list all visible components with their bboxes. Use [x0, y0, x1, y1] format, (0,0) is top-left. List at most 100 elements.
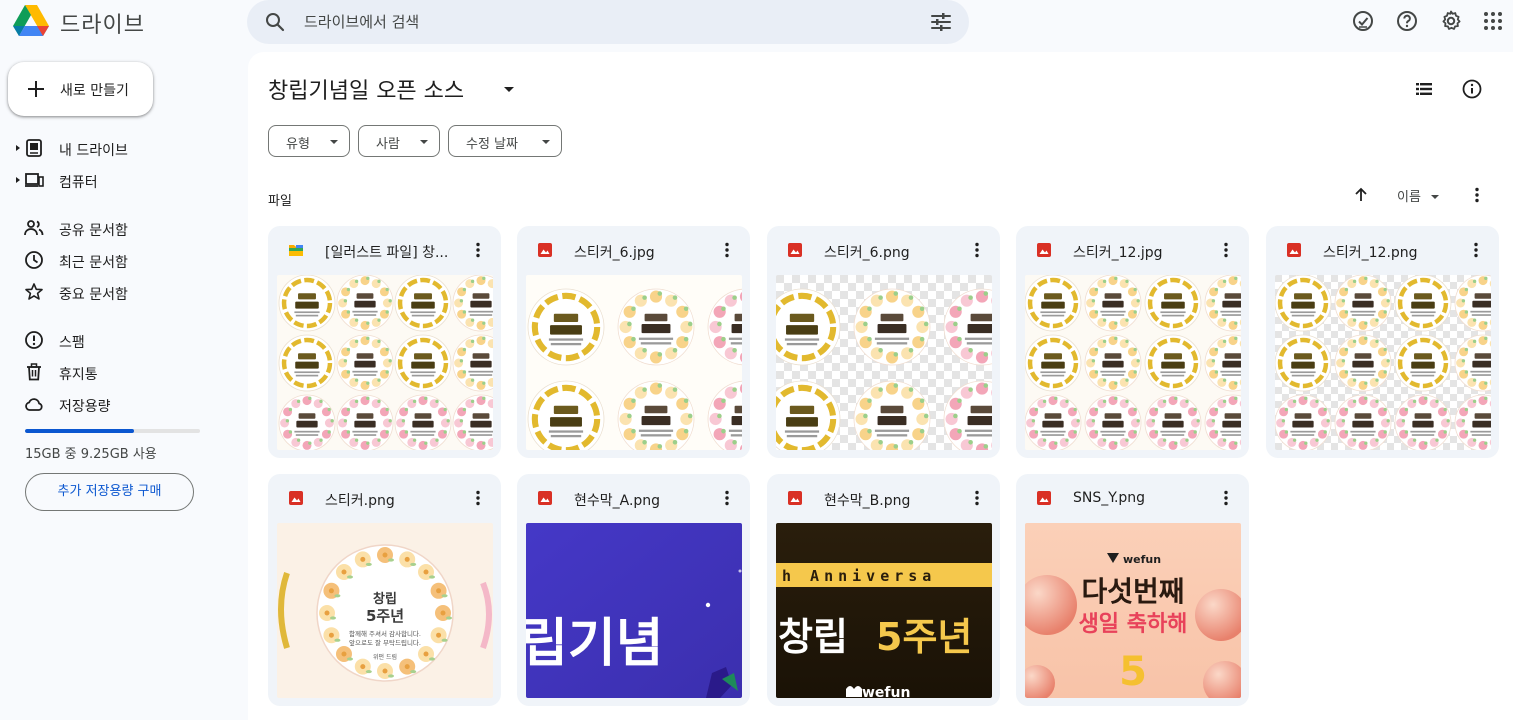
file-card[interactable]: 스티커.png 창립 5주년 함께해 주셔서 감사합니다. 앞으로도 잘 부탁드… [268, 474, 501, 706]
cloud-icon [25, 398, 43, 411]
top-bar: 드라이브 드라이브에서 검색 [0, 0, 1513, 52]
sidebar-item-label: 휴지통 [59, 367, 98, 383]
file-card[interactable]: 현수막_A.png 립기념 [517, 474, 750, 706]
image-file-icon [1037, 491, 1051, 505]
sidebar-item-label: 중요 문서함 [59, 287, 128, 303]
settings-gear-icon[interactable] [1439, 9, 1463, 33]
filter-type-chip[interactable]: 유형 [268, 125, 350, 157]
file-card[interactable]: 스티커_12.jpg [1016, 226, 1249, 458]
file-card[interactable]: 스티커_12.png [1266, 226, 1499, 458]
file-thumbnail: 립기념 [526, 523, 742, 698]
more-vert-icon[interactable] [1216, 240, 1236, 260]
sidebar-item-recent[interactable]: 최근 문서함 [0, 245, 240, 275]
image-file-icon [538, 243, 552, 257]
banner-text: h Anniversa [782, 567, 936, 585]
more-vert-icon[interactable] [967, 488, 987, 508]
sidebar-item-label: 내 드라이브 [59, 143, 128, 159]
storage-progress-bar [25, 429, 200, 433]
apps-grid-icon[interactable] [1481, 9, 1505, 33]
file-card[interactable]: SNS_Y.png wefun 다섯번째 생일 축하해 5 [1016, 474, 1249, 706]
shared-folder-icon [289, 245, 303, 256]
caret-down-icon[interactable] [1430, 193, 1440, 201]
file-thumbnail: h Anniversa 창립 5주년 wefun [776, 523, 992, 698]
sidebar-item-label: 공유 문서함 [59, 223, 128, 239]
image-file-icon [788, 243, 802, 257]
people-icon [24, 220, 44, 236]
info-icon[interactable] [1460, 77, 1484, 101]
more-vert-icon[interactable] [468, 240, 488, 260]
sidebar-item-label: 저장용량 [59, 399, 111, 415]
section-label-files: 파일 [268, 194, 292, 209]
caret-right-icon[interactable] [14, 174, 22, 186]
buy-storage-button[interactable]: 추가 저장용량 구매 [25, 473, 194, 511]
caret-down-icon [420, 140, 428, 144]
file-thumbnail [776, 275, 992, 450]
more-vert-icon[interactable] [468, 488, 488, 508]
ready-offline-icon[interactable] [1351, 9, 1375, 33]
more-vert-icon[interactable] [1467, 185, 1487, 205]
file-name: [일러스트 파일] 창... [325, 245, 449, 261]
filter-people-chip[interactable]: 사람 [358, 125, 440, 157]
search-bar[interactable]: 드라이브에서 검색 [247, 0, 969, 44]
file-thumbnail [277, 275, 493, 450]
sticker-text: 5주년 [366, 607, 404, 625]
more-vert-icon[interactable] [1216, 488, 1236, 508]
drive-logo-icon[interactable] [12, 3, 50, 37]
banner-text: 5주년 [876, 615, 972, 659]
file-thumbnail: 창립 5주년 함께해 주셔서 감사합니다. 앞으로도 잘 부탁드립니다. 위펀 … [277, 523, 493, 698]
sort-direction-arrow-up-icon[interactable] [1351, 185, 1371, 205]
search-options-icon[interactable] [929, 10, 953, 34]
sticker-text: 창립 [373, 591, 397, 607]
trash-icon [27, 363, 41, 381]
sidebar-item-label: 컴퓨터 [59, 175, 98, 191]
sidebar-item-label: 스팸 [59, 335, 85, 351]
sidebar-item-my-drive[interactable]: 내 드라이브 [0, 133, 240, 163]
plus-icon [28, 81, 44, 97]
file-card[interactable]: 스티커_6.png [767, 226, 1000, 458]
sort-by-name-button[interactable]: 이름 [1397, 186, 1421, 205]
file-card[interactable]: [일러스트 파일] 창... [268, 226, 501, 458]
file-name: 스티커_6.jpg [574, 245, 655, 261]
filter-label: 사람 [376, 137, 400, 152]
file-name: 스티커_12.jpg [1073, 245, 1163, 261]
more-vert-icon[interactable] [717, 240, 737, 260]
sns-text: 5 [1119, 649, 1147, 695]
more-vert-icon[interactable] [967, 240, 987, 260]
file-thumbnail [1275, 275, 1491, 450]
search-input[interactable]: 드라이브에서 검색 [304, 11, 419, 32]
more-vert-icon[interactable] [717, 488, 737, 508]
file-name: 현수막_A.png [574, 493, 661, 509]
help-icon[interactable] [1395, 9, 1419, 33]
file-name: 스티커_12.png [1323, 245, 1418, 261]
page-title[interactable]: 창립기념일 오픈 소스 [268, 73, 464, 105]
sidebar-item-storage[interactable]: 저장용량 [0, 389, 240, 419]
new-button-label: 새로 만들기 [60, 83, 129, 99]
new-button[interactable]: 새로 만들기 [8, 62, 153, 116]
image-file-icon [289, 491, 303, 505]
my-drive-icon [26, 139, 42, 157]
image-file-icon [788, 491, 802, 505]
sidebar-item-trash[interactable]: 휴지통 [0, 357, 240, 387]
storage-usage-text: 15GB 중 9.25GB 사용 [25, 447, 157, 462]
file-thumbnail [1025, 275, 1241, 450]
file-name: 스티커_6.png [824, 245, 910, 261]
storage-progress-fill [25, 429, 134, 433]
caret-down-icon [330, 140, 338, 144]
sidebar-item-starred[interactable]: 중요 문서함 [0, 277, 240, 307]
filter-label: 수정 날짜 [466, 137, 518, 152]
filter-modified-chip[interactable]: 수정 날짜 [448, 125, 562, 157]
more-vert-icon[interactable] [1466, 240, 1486, 260]
sidebar-item-shared[interactable]: 공유 문서함 [0, 213, 240, 243]
banner-text: 립기념 [526, 614, 664, 674]
file-card[interactable]: 현수막_B.png h Anniversa 창립 5주년 wefun [767, 474, 1000, 706]
sidebar-item-spam[interactable]: 스팸 [0, 325, 240, 355]
search-icon[interactable] [263, 10, 287, 34]
sidebar-item-computers[interactable]: 컴퓨터 [0, 165, 240, 195]
file-name: 현수막_B.png [824, 493, 911, 509]
sns-text: 생일 축하해 [1079, 612, 1188, 637]
sidebar-item-label: 최근 문서함 [59, 255, 128, 271]
list-view-icon[interactable] [1412, 77, 1436, 101]
caret-right-icon[interactable] [14, 142, 22, 154]
file-card[interactable]: 스티커_6.jpg [517, 226, 750, 458]
caret-down-icon[interactable] [503, 83, 515, 95]
